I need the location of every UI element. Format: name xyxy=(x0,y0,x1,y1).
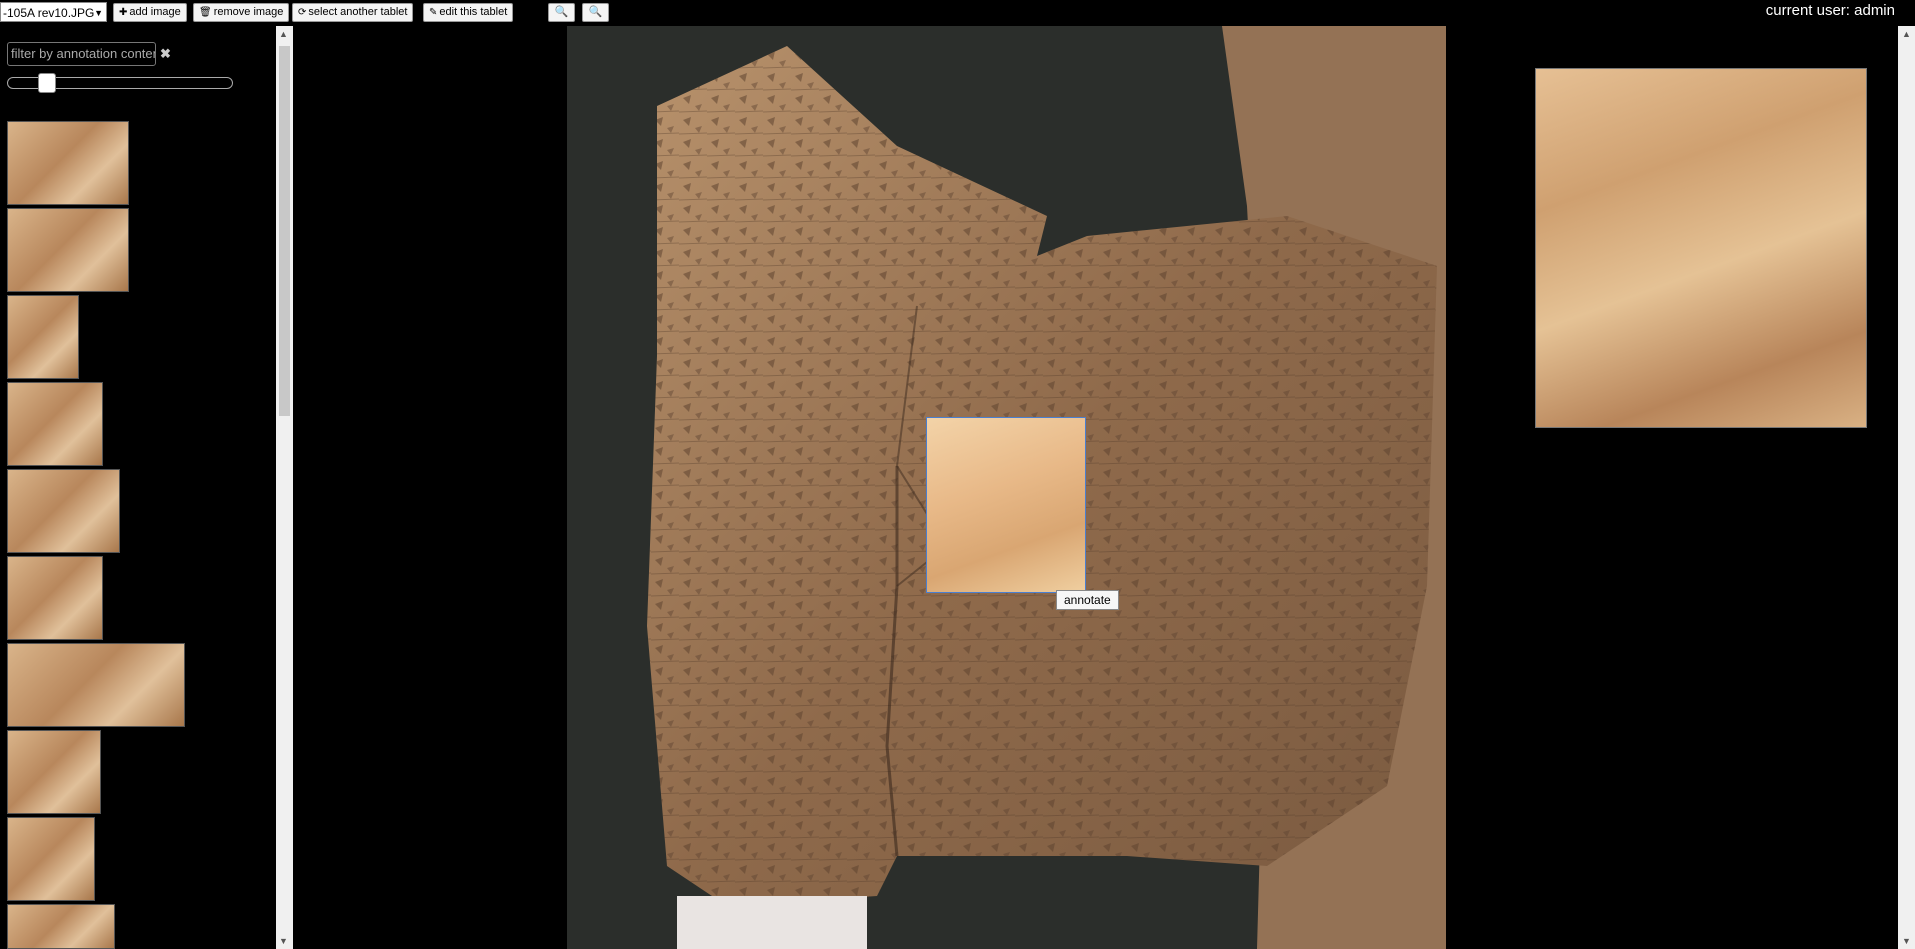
tablet-image[interactable]: annotate xyxy=(567,26,1446,949)
annotation-filter-input[interactable]: filter by annotation content xyxy=(7,42,156,66)
annotation-thumbnail[interactable] xyxy=(7,382,103,466)
scrollbar-thumb[interactable] xyxy=(279,46,290,416)
current-user: current user: admin xyxy=(1765,2,1895,19)
toolbar: -105A rev10.JPG ▼ ✚ add image 🗑 remove ima… xyxy=(0,0,1915,26)
page-scrollbar[interactable]: ▲ ▼ xyxy=(1898,26,1915,949)
select-another-tablet-button[interactable]: ⟳ select another tablet xyxy=(292,3,414,22)
clear-filter-icon[interactable]: ✖ xyxy=(160,46,171,62)
zoom-in-button[interactable]: 🔍 xyxy=(548,3,575,22)
add-image-button[interactable]: ✚ add image xyxy=(113,3,187,22)
chevron-down-icon: ▼ xyxy=(94,8,103,18)
annotation-thumbnail[interactable] xyxy=(7,121,129,205)
zoom-out-icon: 🔍 xyxy=(588,6,603,18)
annotate-button[interactable]: annotate xyxy=(1056,590,1119,610)
annotation-thumbnail[interactable] xyxy=(7,556,103,640)
annotation-thumbnail[interactable] xyxy=(7,469,120,553)
sidebar: filter by annotation content ✖ xyxy=(0,26,276,949)
zoom-out-button[interactable]: 🔍 xyxy=(582,3,609,22)
annotation-preview-image xyxy=(1535,68,1867,428)
annotation-selection-box[interactable] xyxy=(926,417,1086,593)
edit-tablet-button[interactable]: ✎ edit this tablet xyxy=(423,3,514,22)
pencil-icon: ✎ xyxy=(429,7,438,18)
annotation-thumbnail[interactable] xyxy=(7,817,95,901)
scroll-down-icon[interactable]: ▼ xyxy=(279,936,288,946)
image-viewer[interactable]: annotate xyxy=(293,26,1898,949)
trash-icon: 🗑 xyxy=(199,7,212,18)
thumbnail-size-slider[interactable] xyxy=(7,73,233,93)
scroll-down-icon[interactable]: ▼ xyxy=(1902,936,1911,946)
remove-image-button[interactable]: 🗑 remove image xyxy=(193,3,290,22)
scroll-up-icon[interactable]: ▲ xyxy=(1902,29,1911,39)
image-select[interactable]: -105A rev10.JPG ▼ xyxy=(0,2,107,22)
image-select-value: -105A rev10.JPG xyxy=(3,6,95,20)
zoom-in-icon: 🔍 xyxy=(554,6,569,18)
refresh-icon: ⟳ xyxy=(298,7,307,18)
annotation-thumbnail[interactable] xyxy=(7,904,115,949)
annotation-thumbnail[interactable] xyxy=(7,208,129,292)
sidebar-scrollbar[interactable]: ▲ ▼ xyxy=(276,26,293,949)
plus-icon: ✚ xyxy=(119,7,128,18)
annotation-thumbnail[interactable] xyxy=(7,295,79,379)
annotation-thumbnail[interactable] xyxy=(7,643,185,727)
scroll-up-icon[interactable]: ▲ xyxy=(279,29,288,39)
slider-handle[interactable] xyxy=(38,73,56,93)
annotation-thumbnail[interactable] xyxy=(7,730,101,814)
